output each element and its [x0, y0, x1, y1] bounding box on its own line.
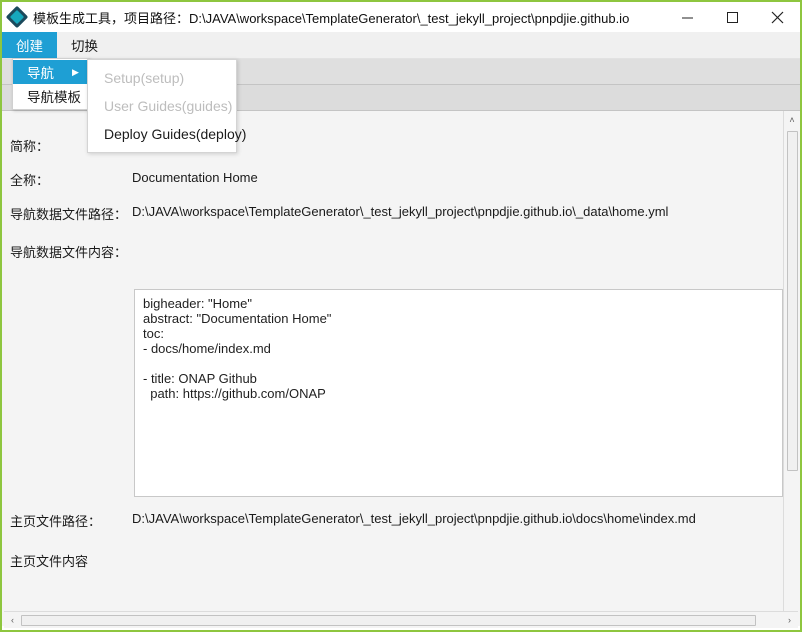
title-bar: 模板生成工具，项目路径：D:\JAVA\workspace\TemplateGe… — [2, 2, 800, 32]
maximize-button[interactable] — [710, 2, 755, 32]
chevron-right-icon: ▶ — [72, 66, 79, 77]
panel-scroll-up-arrow[interactable]: ˄ — [784, 111, 800, 128]
content-area: 简称： home 全称： Documentation Home 导航数据文件路径… — [2, 111, 800, 626]
row-full-name: 全称： Documentation Home — [2, 170, 800, 189]
submenu-item-setup[interactable]: Setup(setup) — [88, 64, 236, 92]
window-controls — [665, 2, 800, 32]
menu-tab-switch-label: 切换 — [71, 39, 98, 54]
panel-hscrollbar[interactable]: ‹ › — [4, 611, 798, 628]
panel-scroll-thumb[interactable] — [787, 131, 798, 471]
application-window: 模板生成工具，项目路径：D:\JAVA\workspace\TemplateGe… — [0, 0, 802, 632]
navigation-submenu: Setup(setup) User Guides(guides) Deploy … — [87, 59, 246, 153]
row-nav-data-path: 导航数据文件路径： D:\JAVA\workspace\TemplateGene… — [2, 204, 800, 223]
submenu-item-user-guides-label: User Guides(guides) — [104, 98, 233, 114]
nav-data-content-text: bigheader: "Home" abstract: "Documentati… — [143, 296, 332, 401]
nav-data-content-textarea[interactable]: bigheader: "Home" abstract: "Documentati… — [134, 289, 783, 497]
panel-vscrollbar[interactable]: ˄ ˅ — [783, 111, 800, 626]
nav-data-path-label: 导航数据文件路径： — [10, 207, 128, 222]
close-button[interactable] — [755, 2, 800, 32]
menu-item-navigation-template-label: 导航模板 — [27, 90, 81, 105]
window-title: 模板生成工具，项目路径：D:\JAVA\workspace\TemplateGe… — [33, 10, 630, 26]
menu-item-navigation-template[interactable]: 导航模板 — [13, 84, 89, 108]
home-file-path-value: D:\JAVA\workspace\TemplateGenerator\_tes… — [132, 511, 696, 526]
menu-tab-switch[interactable]: 切换 — [57, 32, 112, 58]
menu-bar: 创建 切换 — [2, 32, 800, 59]
panel-hscroll-thumb[interactable] — [21, 614, 756, 626]
minimize-button[interactable] — [665, 2, 710, 32]
panel-scroll-left-arrow[interactable]: ‹ — [4, 615, 21, 625]
menu-tab-create[interactable]: 创建 — [2, 32, 57, 58]
submenu-item-deploy-guides[interactable]: Deploy Guides(deploy) — [88, 120, 246, 148]
home-file-path-label: 主页文件路径： — [10, 514, 102, 529]
full-name-label: 全称： — [10, 173, 50, 188]
panel-hscroll-track[interactable] — [21, 614, 781, 626]
submenu-item-user-guides[interactable]: User Guides(guides) — [88, 92, 236, 120]
app-diamond-icon — [5, 5, 29, 29]
menu-item-navigation[interactable]: 导航 ▶ — [13, 60, 89, 84]
submenu-item-setup-label: Setup(setup) — [104, 70, 185, 86]
home-file-content-label: 主页文件内容 — [10, 554, 89, 569]
create-dropdown-menu: 导航 ▶ 导航模板 — [12, 58, 90, 110]
row-home-file-content: 主页文件内容 — [2, 551, 800, 570]
nav-data-path-value: D:\JAVA\workspace\TemplateGenerator\_tes… — [132, 204, 669, 219]
nav-data-content-label: 导航数据文件内容： — [10, 245, 128, 260]
menu-item-navigation-label: 导航 — [27, 66, 54, 81]
row-home-file-path: 主页文件路径： D:\JAVA\workspace\TemplateGenera… — [2, 511, 800, 530]
full-name-value: Documentation Home — [132, 170, 258, 185]
row-nav-data-content: 导航数据文件内容： — [2, 242, 800, 261]
panel-scroll-right-arrow[interactable]: › — [781, 615, 798, 625]
menu-tab-create-label: 创建 — [16, 39, 43, 54]
submenu-item-deploy-guides-label: Deploy Guides(deploy) — [104, 126, 247, 142]
